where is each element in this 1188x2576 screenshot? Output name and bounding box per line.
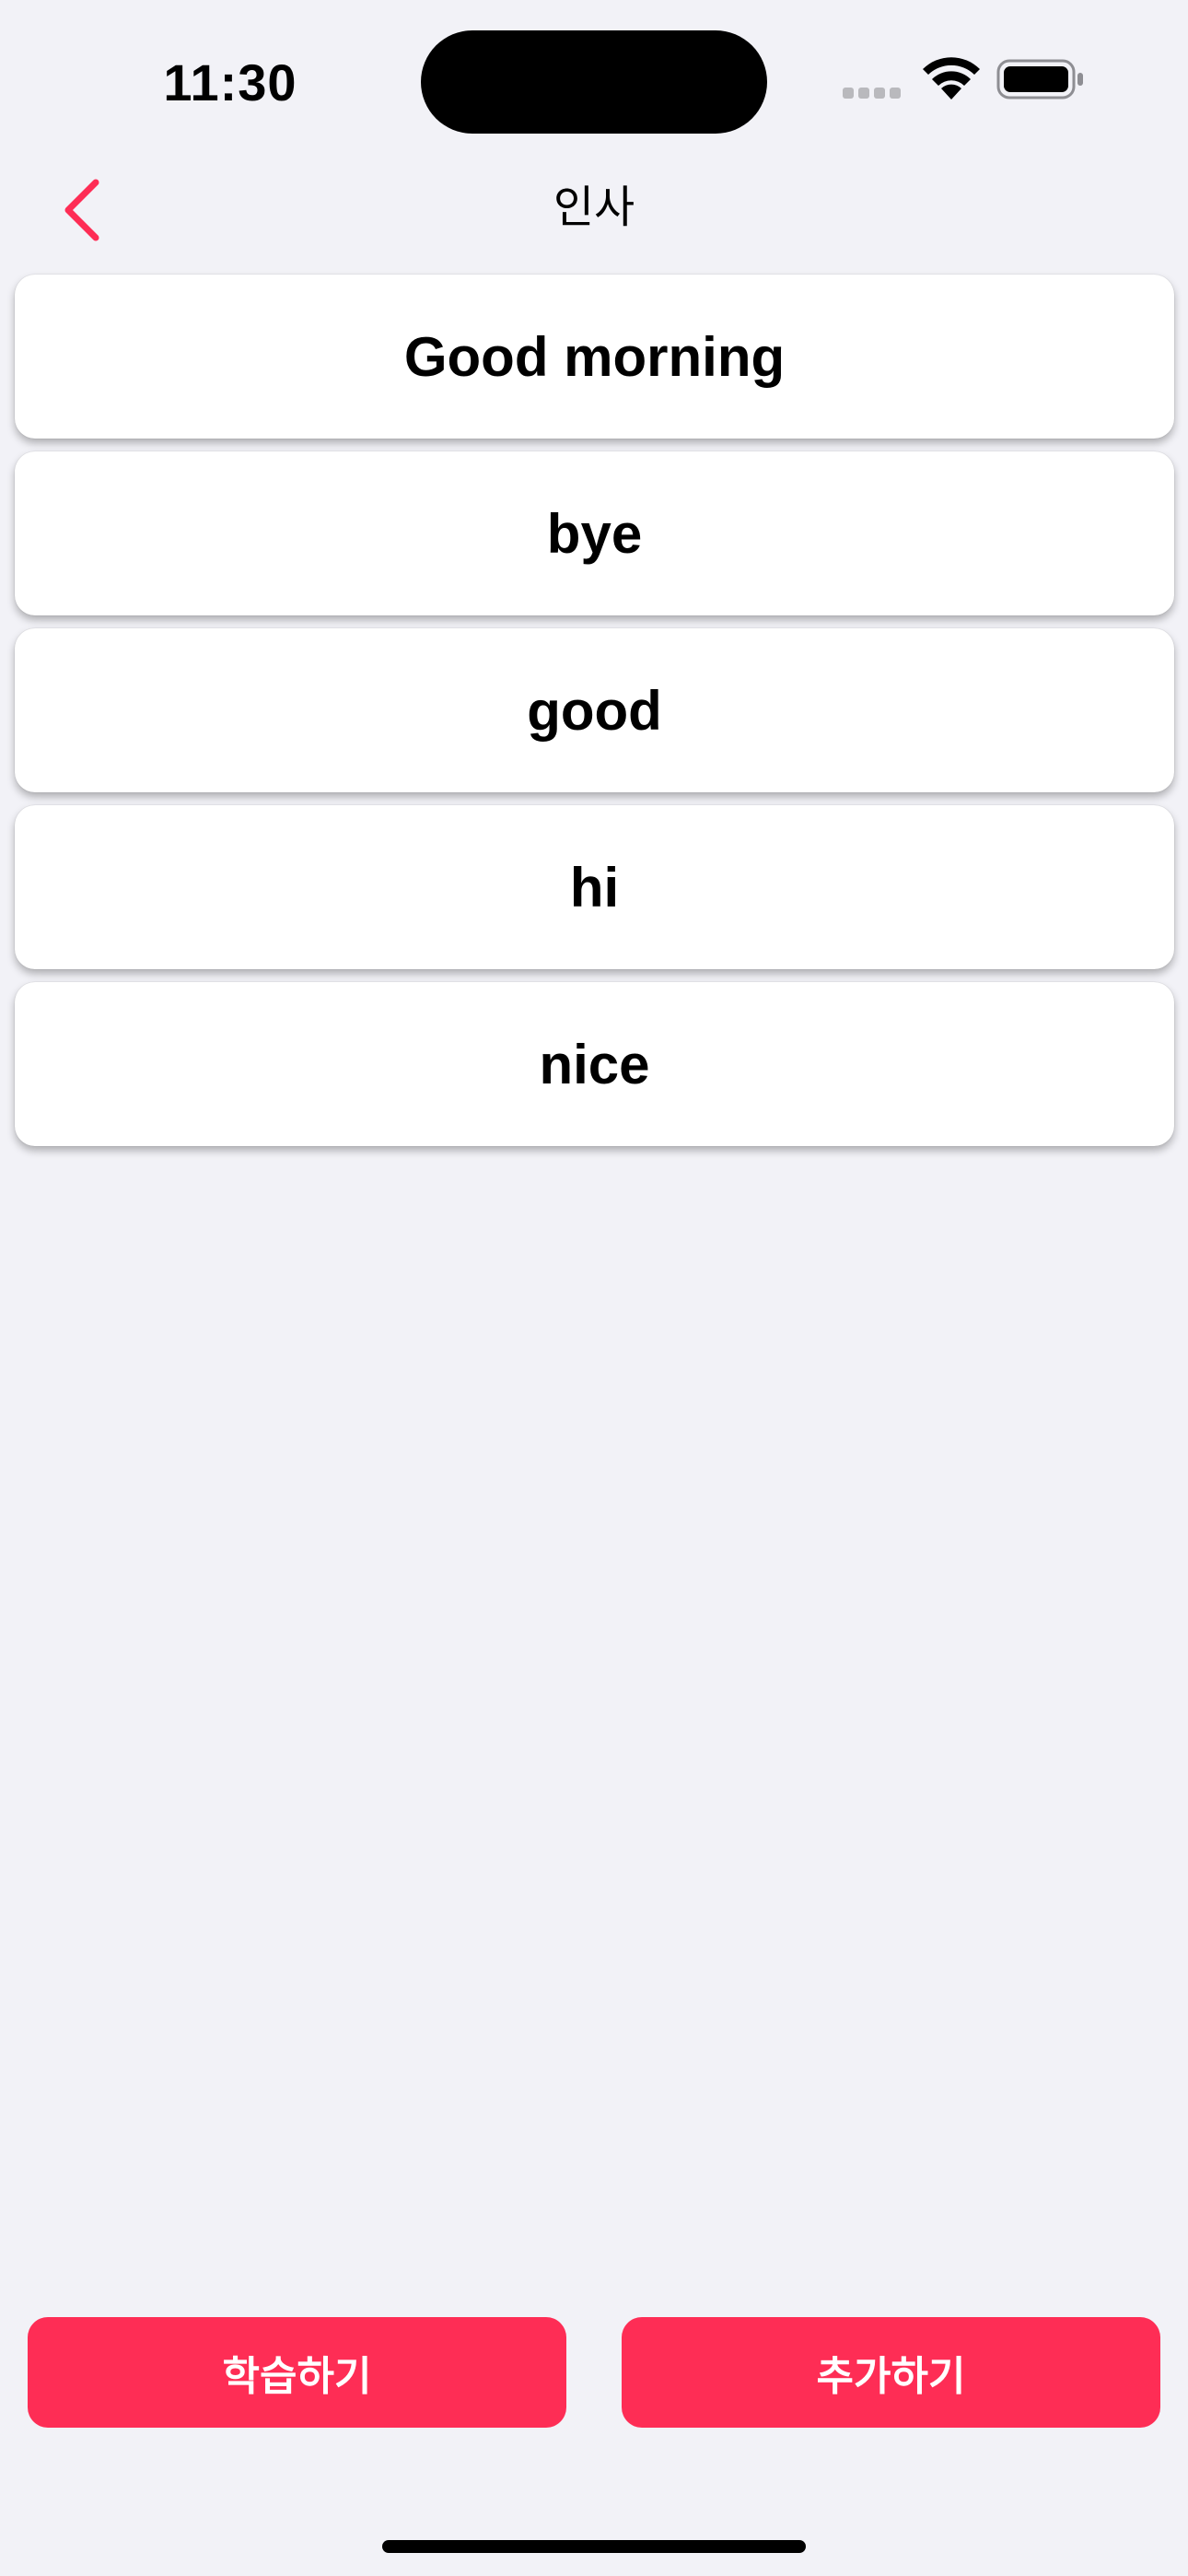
navigation-bar: 인사: [0, 157, 1188, 258]
word-card[interactable]: good: [15, 628, 1174, 792]
wifi-icon: [923, 57, 980, 100]
word-list: Good morning bye good hi nice: [15, 275, 1174, 1159]
battery-icon: [996, 59, 1083, 100]
word-card[interactable]: Good morning: [15, 275, 1174, 439]
word-card[interactable]: hi: [15, 805, 1174, 969]
home-indicator: [382, 2540, 806, 2553]
study-button[interactable]: 학습하기: [28, 2317, 566, 2428]
page-title: 인사: [553, 181, 635, 233]
word-card[interactable]: nice: [15, 982, 1174, 1146]
word-card[interactable]: bye: [15, 451, 1174, 615]
add-button[interactable]: 추가하기: [622, 2317, 1160, 2428]
dynamic-island: [421, 30, 767, 134]
status-time: 11:30: [163, 53, 297, 111]
cellular-signal-icon: [843, 87, 905, 99]
chevron-left-icon[interactable]: [57, 173, 122, 247]
status-bar: 11:30: [0, 0, 1188, 138]
